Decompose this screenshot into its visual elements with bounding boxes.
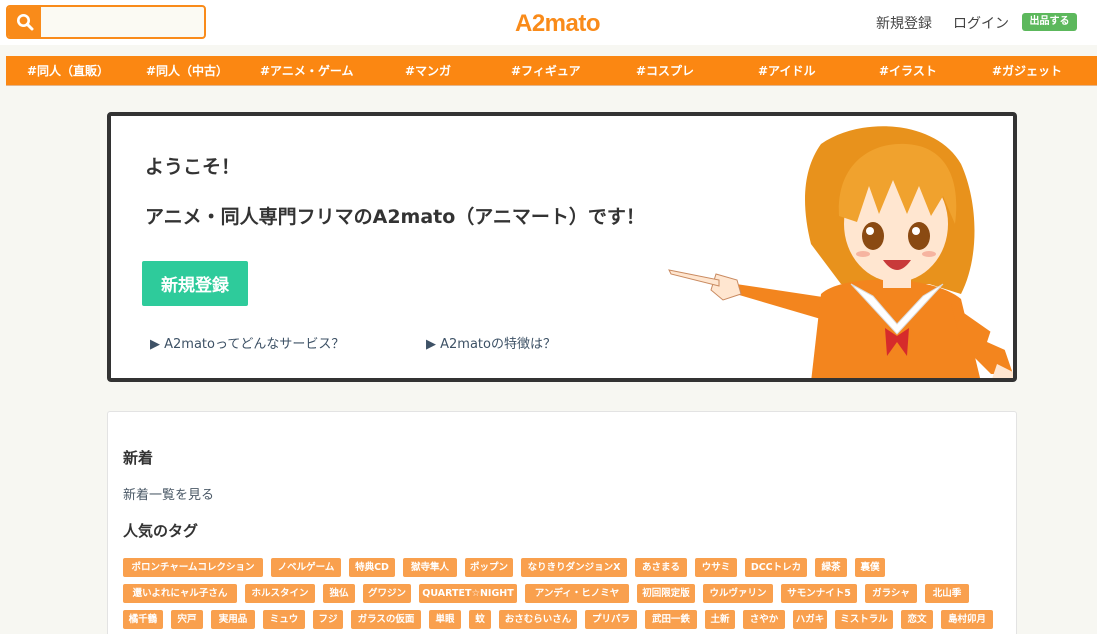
tag[interactable]: 初回限定版	[637, 584, 695, 603]
tag[interactable]: 独仏	[323, 584, 355, 603]
tag[interactable]: サモンナイト5	[781, 584, 857, 603]
new-items-title: 新着	[123, 449, 154, 467]
tag[interactable]: ホルスタイン	[245, 584, 315, 603]
tag[interactable]: ポロンチャームコレクション	[123, 558, 263, 577]
tag[interactable]: ガラシャ	[865, 584, 917, 603]
nav-item-doujin-used[interactable]: #同人（中古）	[146, 56, 228, 86]
tag[interactable]: 単眼	[429, 610, 461, 629]
tag[interactable]: 実用品	[211, 610, 255, 629]
tag[interactable]: なりきりダンジョンX	[521, 558, 627, 577]
tag[interactable]: 宍戸	[171, 610, 203, 629]
nav-item-cosplay[interactable]: #コスプレ	[636, 56, 694, 86]
tag[interactable]: 特典CD	[349, 558, 395, 577]
nav-item-doujin-direct[interactable]: #同人（直販）	[27, 56, 109, 86]
tag[interactable]: ハガキ	[793, 610, 827, 629]
tag[interactable]: ノベルゲーム	[271, 558, 341, 577]
tag-row: 還いよれにャル子さん ホルスタイン 独仏 グワジン QUARTET☆NIGHT …	[123, 584, 1003, 610]
tag[interactable]: フジ	[313, 610, 343, 629]
tag-cloud: ポロンチャームコレクション ノベルゲーム 特典CD 獄寺隼人 ポップン なりきり…	[123, 558, 1003, 634]
welcome-heading: ようこそ！	[145, 156, 241, 178]
tag[interactable]: ウルヴァリン	[703, 584, 773, 603]
search-input[interactable]	[42, 7, 204, 37]
tag[interactable]: 北山季	[925, 584, 969, 603]
header-login-link[interactable]: ログイン	[953, 13, 1009, 33]
search-button[interactable]	[8, 7, 41, 37]
nav-item-idol[interactable]: #アイドル	[758, 56, 815, 86]
tag[interactable]: ポップン	[465, 558, 513, 577]
site-logo[interactable]: A2mato	[515, 10, 601, 38]
category-nav: #同人（直販） #同人（中古） #アニメ・ゲーム #マンガ #フィギュア #コス…	[6, 56, 1097, 86]
popular-tags-title: 人気のタグ	[123, 522, 199, 540]
nav-item-anime-game[interactable]: #アニメ・ゲーム	[260, 56, 353, 86]
tag[interactable]: ガラスの仮面	[351, 610, 421, 629]
nav-item-gadget[interactable]: #ガジェット	[992, 56, 1062, 86]
tag[interactable]: 武田一鉄	[645, 610, 697, 629]
tag[interactable]: QUARTET☆NIGHT	[419, 584, 517, 603]
tag-row: ポロンチャームコレクション ノベルゲーム 特典CD 獄寺隼人 ポップン なりきり…	[123, 558, 1003, 584]
header-signup-link[interactable]: 新規登録	[876, 13, 932, 33]
about-service-link[interactable]: ▶ A2matoってどんなサービス？	[150, 333, 344, 352]
welcome-banner: ようこそ！ アニメ・同人専門フリマのA2mato（アニマート）です！ 新規登録 …	[107, 112, 1017, 382]
tag[interactable]: 土新	[705, 610, 735, 629]
tag[interactable]: あさまる	[635, 558, 687, 577]
search-box	[6, 5, 206, 39]
welcome-tagline: アニメ・同人専門フリマのA2mato（アニマート）です！	[145, 206, 645, 228]
tag[interactable]: 還いよれにャル子さん	[123, 584, 237, 603]
tag[interactable]: 恋文	[901, 610, 933, 629]
content-panel: 新着 新着一覧を見る 人気のタグ ポロンチャームコレクション ノベルゲーム 特典…	[107, 411, 1017, 634]
tag[interactable]: さやか	[743, 610, 785, 629]
tag[interactable]: 裏僕	[855, 558, 885, 577]
tag[interactable]: 橘千鶴	[123, 610, 163, 629]
nav-item-illust[interactable]: #イラスト	[879, 56, 937, 86]
tag[interactable]: ウサミ	[695, 558, 737, 577]
tag[interactable]: アンディ・ヒノミヤ	[525, 584, 629, 603]
tag[interactable]: 緑茶	[815, 558, 847, 577]
search-icon	[16, 14, 33, 31]
nav-item-figure[interactable]: #フィギュア	[511, 56, 581, 86]
signup-button[interactable]: 新規登録	[142, 261, 248, 306]
tag[interactable]: 獄寺隼人	[403, 558, 457, 577]
tag[interactable]: 蚊	[469, 610, 491, 629]
new-items-more-link[interactable]: 新着一覧を見る	[123, 484, 214, 503]
tag-row: 橘千鶴 宍戸 実用品 ミュウ フジ ガラスの仮面 単眼 蚊 おさむらいさん プリ…	[123, 610, 1003, 634]
nav-item-manga[interactable]: #マンガ	[405, 56, 451, 86]
tag[interactable]: ミュウ	[263, 610, 305, 629]
tag[interactable]: おさむらいさん	[499, 610, 577, 629]
tag[interactable]: プリパラ	[585, 610, 637, 629]
features-link[interactable]: ▶ A2matoの特徴は？	[426, 333, 556, 352]
mascot-illustration	[668, 126, 1013, 378]
tag[interactable]: 島村卯月	[941, 610, 993, 629]
tag[interactable]: グワジン	[363, 584, 411, 603]
tag[interactable]: ミストラル	[835, 610, 893, 629]
sell-button[interactable]: 出品する	[1022, 13, 1077, 31]
header: A2mato 新規登録 ログイン 出品する	[0, 0, 1097, 45]
tag[interactable]: DCCトレカ	[745, 558, 807, 577]
